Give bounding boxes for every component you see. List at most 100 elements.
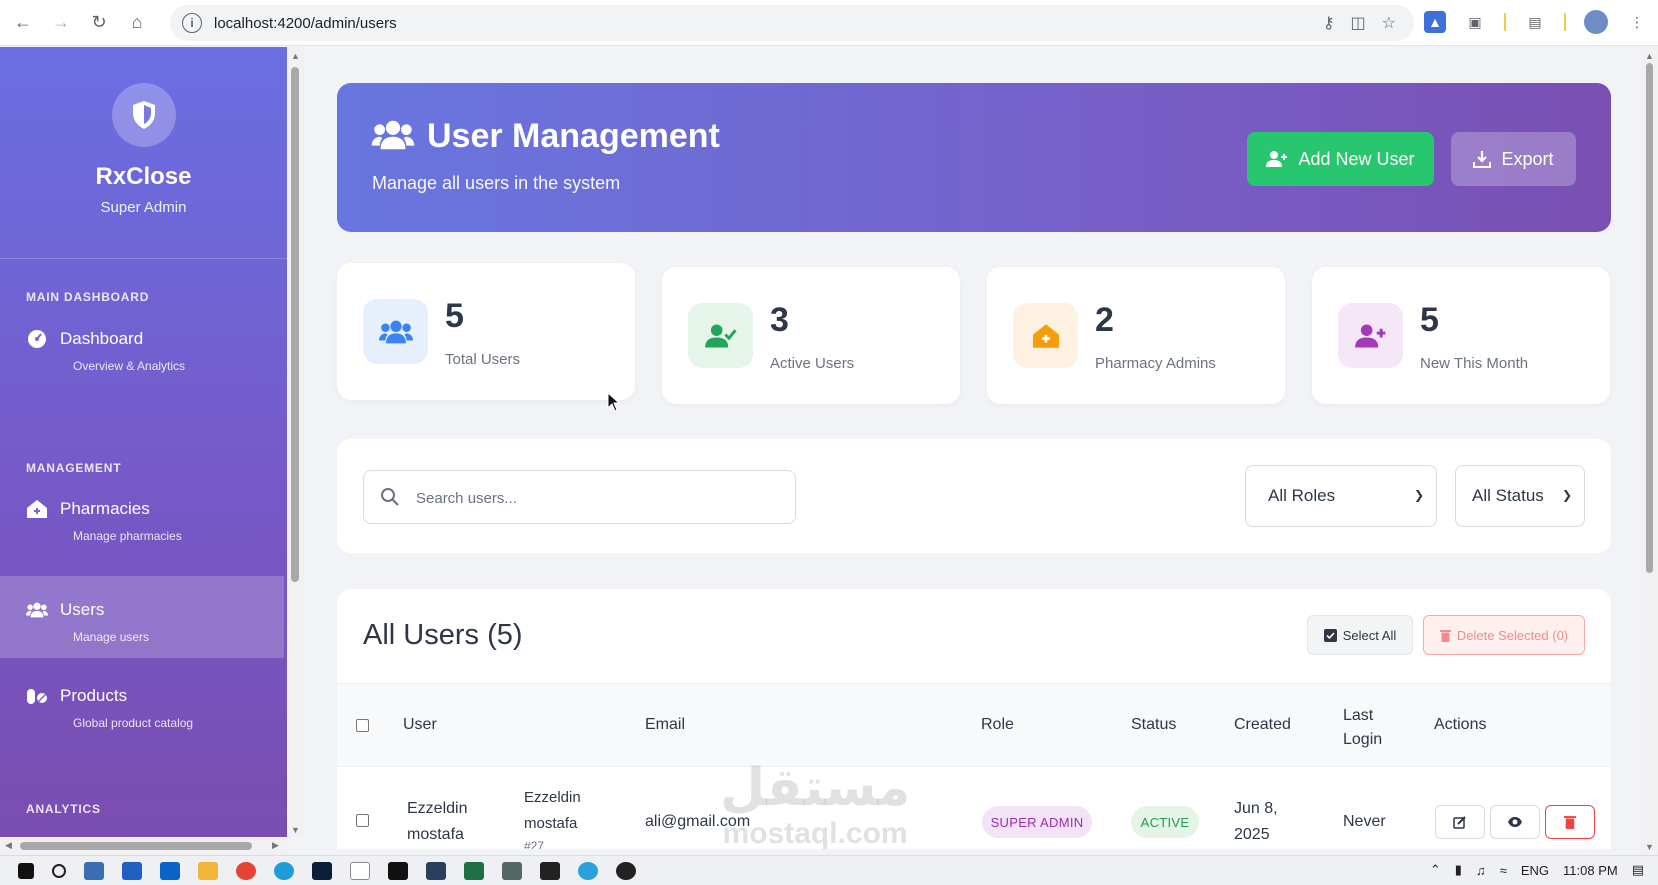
sidebar-item-label: Pharmacies: [60, 499, 150, 518]
scroll-up-icon[interactable]: ▲: [1645, 51, 1654, 61]
sidebar-item-users[interactable]: Users Manage users: [0, 576, 284, 658]
back-icon[interactable]: ←: [8, 8, 38, 38]
sidebar-scrollbar[interactable]: ▲ ▼: [287, 47, 304, 837]
sidebar-horizontal-scrollbar[interactable]: ◀ ▶: [0, 837, 287, 855]
user-plus-icon: [1266, 151, 1288, 167]
section-label-analytics: ANALYTICS: [26, 802, 101, 816]
column-header-last-login: Last Login: [1343, 707, 1383, 748]
clock[interactable]: 11:08 PM: [1563, 863, 1618, 878]
stat-value: 2: [1095, 301, 1114, 339]
edit-button[interactable]: [1435, 805, 1485, 839]
export-label: Export: [1501, 148, 1554, 169]
add-user-button[interactable]: Add New User: [1247, 132, 1434, 186]
column-header-status: Status: [1131, 716, 1177, 733]
chevron-down-icon: ❯: [1561, 488, 1572, 502]
select-all-checkbox[interactable]: [356, 719, 369, 732]
scroll-down-icon[interactable]: ▼: [291, 825, 300, 835]
stat-card-active-users: 3 Active Users: [662, 267, 960, 404]
stat-label: Pharmacy Admins: [1095, 355, 1216, 372]
github-icon[interactable]: [616, 861, 636, 880]
url-text[interactable]: localhost:4200/admin/users: [214, 15, 397, 32]
more-menu-icon[interactable]: ⋮: [1626, 11, 1648, 33]
notepad-icon[interactable]: [350, 861, 370, 880]
export-button[interactable]: Export: [1451, 132, 1576, 186]
user-name: Ezzeldin mostafa: [524, 789, 581, 832]
user-id: #27: [524, 839, 545, 849]
battery-icon[interactable]: ▮: [1455, 862, 1462, 878]
scrollbar-thumb[interactable]: [1646, 63, 1653, 573]
status-select[interactable]: All Status ❯: [1455, 465, 1585, 527]
trash-icon: [1439, 629, 1451, 642]
page-title: User Management: [427, 117, 720, 155]
trash-icon: [1564, 816, 1576, 829]
page-header-banner: User Management Manage all users in the …: [337, 83, 1611, 232]
store-icon[interactable]: [122, 861, 142, 880]
app-icon[interactable]: [540, 861, 560, 880]
scroll-right-icon[interactable]: ▶: [272, 840, 279, 851]
folder-icon[interactable]: [198, 861, 218, 880]
table-title: All Users (5): [363, 619, 523, 651]
divider: [1564, 13, 1566, 31]
users-icon: [371, 119, 415, 156]
terminal-icon[interactable]: [388, 861, 408, 880]
forward-icon[interactable]: →: [46, 8, 76, 38]
scroll-up-icon[interactable]: ▲: [291, 51, 300, 61]
select-all-button[interactable]: Select All: [1307, 615, 1413, 655]
extension-icon[interactable]: ▲: [1424, 11, 1446, 33]
column-header-role: Role: [981, 716, 1014, 733]
app-icon[interactable]: [426, 861, 446, 880]
page-scrollbar[interactable]: ▲ ▼: [1641, 47, 1658, 855]
delete-selected-button[interactable]: Delete Selected (0): [1423, 615, 1585, 655]
reload-icon[interactable]: ↻: [84, 8, 114, 38]
scroll-down-icon[interactable]: ▼: [1645, 842, 1654, 852]
sidebar-item-dashboard[interactable]: Dashboard Overview & Analytics: [0, 305, 284, 387]
profile-avatar[interactable]: [1584, 10, 1608, 34]
side-panel-icon[interactable]: ▤: [1524, 11, 1546, 33]
site-info-icon[interactable]: i: [182, 13, 202, 33]
bookmark-star-icon[interactable]: ☆: [1382, 13, 1396, 33]
delete-button[interactable]: [1545, 805, 1595, 839]
wifi-icon[interactable]: ≈: [1500, 863, 1507, 878]
chevron-up-icon[interactable]: ⌃: [1430, 862, 1441, 878]
windows-start-icon[interactable]: [18, 862, 34, 879]
sidebar-item-sub: Manage pharmacies: [73, 529, 182, 543]
status-badge: ACTIVE: [1131, 806, 1199, 838]
clinic-icon: [26, 499, 48, 519]
role-select[interactable]: All Roles ❯: [1245, 465, 1437, 527]
scrollbar-thumb[interactable]: [291, 67, 299, 582]
sidebar-item-pharmacies[interactable]: Pharmacies Manage pharmacies: [0, 475, 284, 557]
scroll-left-icon[interactable]: ◀: [5, 840, 12, 851]
translate-icon[interactable]: ◫: [1351, 13, 1366, 33]
key-icon[interactable]: ⚷: [1323, 13, 1335, 33]
notification-icon[interactable]: ▤: [1632, 862, 1644, 878]
sidebar-item-products[interactable]: Products Global product catalog: [0, 662, 284, 744]
search-icon[interactable]: [52, 863, 66, 878]
telegram-icon[interactable]: [578, 861, 598, 880]
search-field[interactable]: [363, 470, 796, 524]
home-icon[interactable]: ⌂: [122, 8, 152, 38]
row-checkbox[interactable]: [356, 814, 369, 827]
app-icon[interactable]: [84, 861, 104, 880]
calculator-icon[interactable]: [502, 861, 522, 880]
photoshop-icon[interactable]: [312, 861, 332, 880]
language-indicator[interactable]: ENG: [1521, 863, 1549, 878]
view-button[interactable]: [1490, 805, 1540, 839]
watermark-arabic: مستقل: [720, 758, 911, 818]
mail-icon[interactable]: [160, 861, 180, 880]
pills-icon: [26, 686, 48, 706]
column-header-actions: Actions: [1434, 716, 1487, 733]
excel-icon[interactable]: [464, 861, 484, 880]
stat-value: 3: [770, 301, 789, 339]
stat-value: 5: [1420, 301, 1439, 339]
divider: [1504, 13, 1506, 31]
volume-icon[interactable]: ♫: [1476, 863, 1486, 878]
chrome-icon[interactable]: [236, 861, 256, 880]
search-icon: [381, 488, 399, 506]
puzzle-icon[interactable]: ▣: [1464, 11, 1486, 33]
os-taskbar: ⌃ ▮ ♫ ≈ ENG 11:08 PM ▤: [0, 855, 1658, 885]
search-input[interactable]: [416, 485, 776, 511]
brand-role: Super Admin: [100, 199, 187, 216]
address-bar[interactable]: i localhost:4200/admin/users ⚷ ◫ ☆: [170, 5, 1414, 41]
scrollbar-thumb[interactable]: [20, 842, 252, 850]
edge-icon[interactable]: [274, 861, 294, 880]
